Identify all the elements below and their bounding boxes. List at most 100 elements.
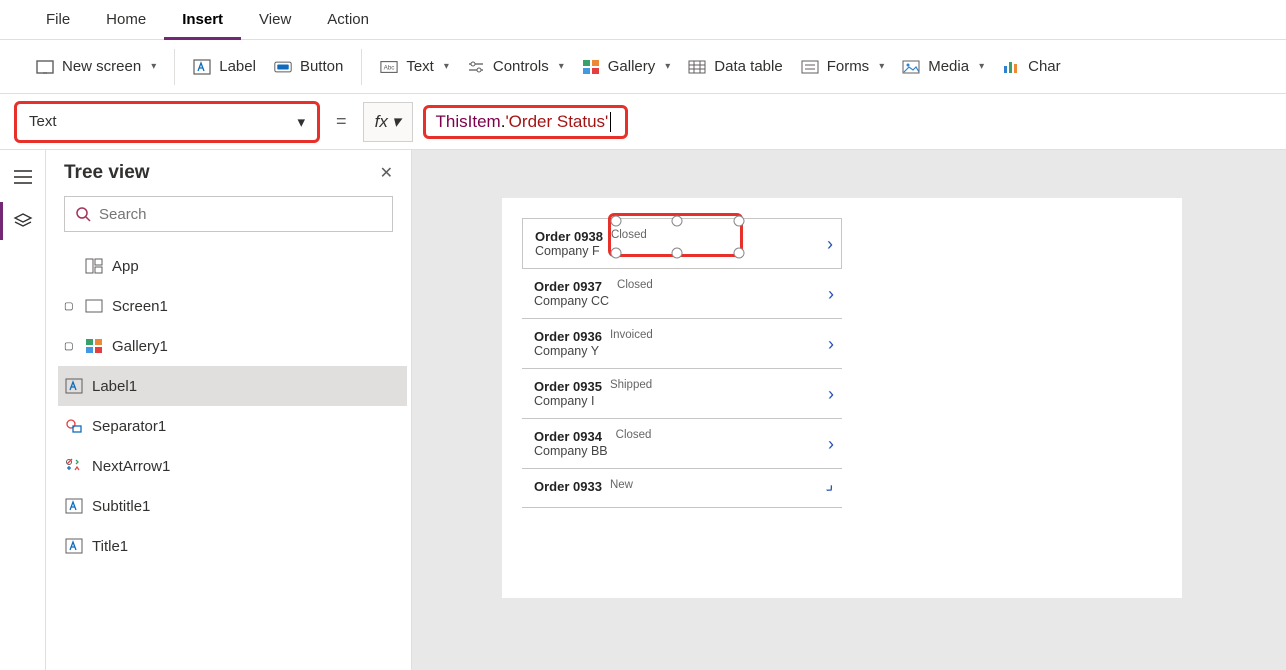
label-button[interactable]: Label xyxy=(193,58,256,76)
search-icon xyxy=(75,206,91,222)
formula-bar: Text ▾ = fx ▾ ThisItem.'Order Status' xyxy=(0,94,1286,150)
gallery-item[interactable]: Order 0938 Company F Closed › xyxy=(522,218,842,269)
tree-node-separator1[interactable]: Separator1 xyxy=(58,406,407,446)
data-table-label: Data table xyxy=(714,58,782,75)
tree-view-rail-button[interactable] xyxy=(0,202,46,240)
tree-node-label: Title1 xyxy=(92,538,128,555)
caret-icon: ▢ xyxy=(64,301,76,312)
chevron-right-icon[interactable]: › xyxy=(828,435,834,453)
controls-icon xyxy=(467,58,485,76)
chevron-right-icon[interactable]: › xyxy=(828,385,834,403)
menu-insert[interactable]: Insert xyxy=(164,0,241,40)
tree-view-title: Tree view xyxy=(64,162,150,184)
tree-node-label: App xyxy=(112,258,139,275)
forms-dropdown[interactable]: Forms ▾ xyxy=(801,58,885,76)
menu-home[interactable]: Home xyxy=(88,0,164,40)
data-table-icon xyxy=(688,58,706,76)
fx-button[interactable]: fx ▾ xyxy=(363,102,413,142)
tree-node-nextarrow1[interactable]: NextArrow1 xyxy=(58,446,407,486)
controls-label: Controls xyxy=(493,58,549,75)
gallery-item[interactable]: Order 0934 Company BB Closed › xyxy=(522,419,842,469)
item-status[interactable]: Closed xyxy=(611,229,647,241)
button-button[interactable]: Button xyxy=(274,58,343,76)
formula-input[interactable]: ThisItem.'Order Status' xyxy=(436,112,612,132)
chevron-down-icon: ▾ xyxy=(979,61,984,72)
text-cursor xyxy=(610,112,611,132)
ribbon: New screen ▾ Label Button Abc Text ▾ xyxy=(0,40,1286,94)
gallery-item[interactable]: Order 0936 Company Y Invoiced › xyxy=(522,319,842,369)
tree-search[interactable] xyxy=(64,196,393,232)
gallery-item[interactable]: Order 0935 Company I Shipped › xyxy=(522,369,842,419)
chevron-down-icon: ▾ xyxy=(297,113,305,131)
data-table-button[interactable]: Data table xyxy=(688,58,782,76)
chevron-down-icon: ▾ xyxy=(151,61,156,72)
menubar: File Home Insert View Action xyxy=(0,0,1286,40)
item-subtitle: Company I xyxy=(534,394,602,408)
forms-label: Forms xyxy=(827,58,870,75)
hamburger-icon xyxy=(14,170,32,184)
text-icon: Abc xyxy=(380,58,398,76)
item-title: Order 0938 xyxy=(535,229,603,244)
chevron-down-icon: ▾ xyxy=(559,61,564,72)
gallery-dropdown[interactable]: Gallery ▾ xyxy=(582,58,671,76)
new-screen-icon xyxy=(36,58,54,76)
search-input[interactable] xyxy=(99,206,382,223)
chevron-down-icon: ▾ xyxy=(444,61,449,72)
chevron-right-icon[interactable]: › xyxy=(828,335,834,353)
canvas[interactable]: Order 0938 Company F Closed › Order 0937… xyxy=(412,150,1286,670)
charts-icon xyxy=(1002,58,1020,76)
property-selector[interactable]: Text ▾ xyxy=(14,101,320,143)
tree-node-label: Screen1 xyxy=(112,298,168,315)
tree-node-label1[interactable]: Label1 xyxy=(58,366,407,406)
item-status: Invoiced xyxy=(610,329,653,341)
item-status: Closed xyxy=(616,429,652,441)
label-icon xyxy=(64,496,84,516)
item-status: New xyxy=(610,479,633,491)
item-title: Order 0933 xyxy=(534,479,602,494)
close-icon[interactable]: ✕ xyxy=(380,163,393,183)
gallery-item[interactable]: Order 0933 New › xyxy=(522,469,842,508)
item-title: Order 0936 xyxy=(534,329,602,344)
label-icon xyxy=(64,376,84,396)
fx-label: fx xyxy=(375,112,388,132)
button-icon xyxy=(274,58,292,76)
gallery-icon xyxy=(84,336,104,356)
token-thisitem: ThisItem xyxy=(436,112,501,132)
gallery-icon xyxy=(582,58,600,76)
hamburger-button[interactable] xyxy=(0,158,46,196)
menu-file[interactable]: File xyxy=(28,0,88,40)
gallery-item[interactable]: Order 0937 Company CC Closed › xyxy=(522,269,842,319)
tree-node-gallery1[interactable]: ▢ Gallery1 xyxy=(58,326,407,366)
tree-node-label: Gallery1 xyxy=(112,338,168,355)
item-title: Order 0934 xyxy=(534,429,608,444)
item-status: Shipped xyxy=(610,379,652,391)
menu-action[interactable]: Action xyxy=(309,0,387,40)
new-screen-button[interactable]: New screen ▾ xyxy=(36,58,156,76)
app-icon xyxy=(84,256,104,276)
app-screen[interactable]: Order 0938 Company F Closed › Order 0937… xyxy=(502,198,1182,598)
separator-icon xyxy=(64,416,84,436)
token-string: 'Order Status' xyxy=(505,112,608,132)
tree-node-app[interactable]: App xyxy=(58,246,407,286)
chevron-down-icon: ▾ xyxy=(392,112,401,132)
item-subtitle: Company BB xyxy=(534,444,608,458)
item-title: Order 0935 xyxy=(534,379,602,394)
menu-view[interactable]: View xyxy=(241,0,309,40)
tree-node-screen1[interactable]: ▢ Screen1 xyxy=(58,286,407,326)
equals-sign: = xyxy=(330,111,353,132)
item-title: Order 0937 xyxy=(534,279,609,294)
tree-node-title1[interactable]: Title1 xyxy=(58,526,407,566)
item-status: Closed xyxy=(617,279,653,291)
screen-icon xyxy=(84,296,104,316)
text-dropdown[interactable]: Abc Text ▾ xyxy=(380,58,449,76)
media-label: Media xyxy=(928,58,969,75)
controls-dropdown[interactable]: Controls ▾ xyxy=(467,58,564,76)
gallery-preview[interactable]: Order 0938 Company F Closed › Order 0937… xyxy=(522,218,842,508)
chevron-right-icon[interactable]: › xyxy=(828,285,834,303)
chevron-right-icon[interactable]: › xyxy=(827,235,833,253)
tree-node-subtitle1[interactable]: Subtitle1 xyxy=(58,486,407,526)
media-dropdown[interactable]: Media ▾ xyxy=(902,58,984,76)
label-icon xyxy=(64,536,84,556)
charts-dropdown[interactable]: Char xyxy=(1002,58,1061,76)
media-icon xyxy=(902,58,920,76)
